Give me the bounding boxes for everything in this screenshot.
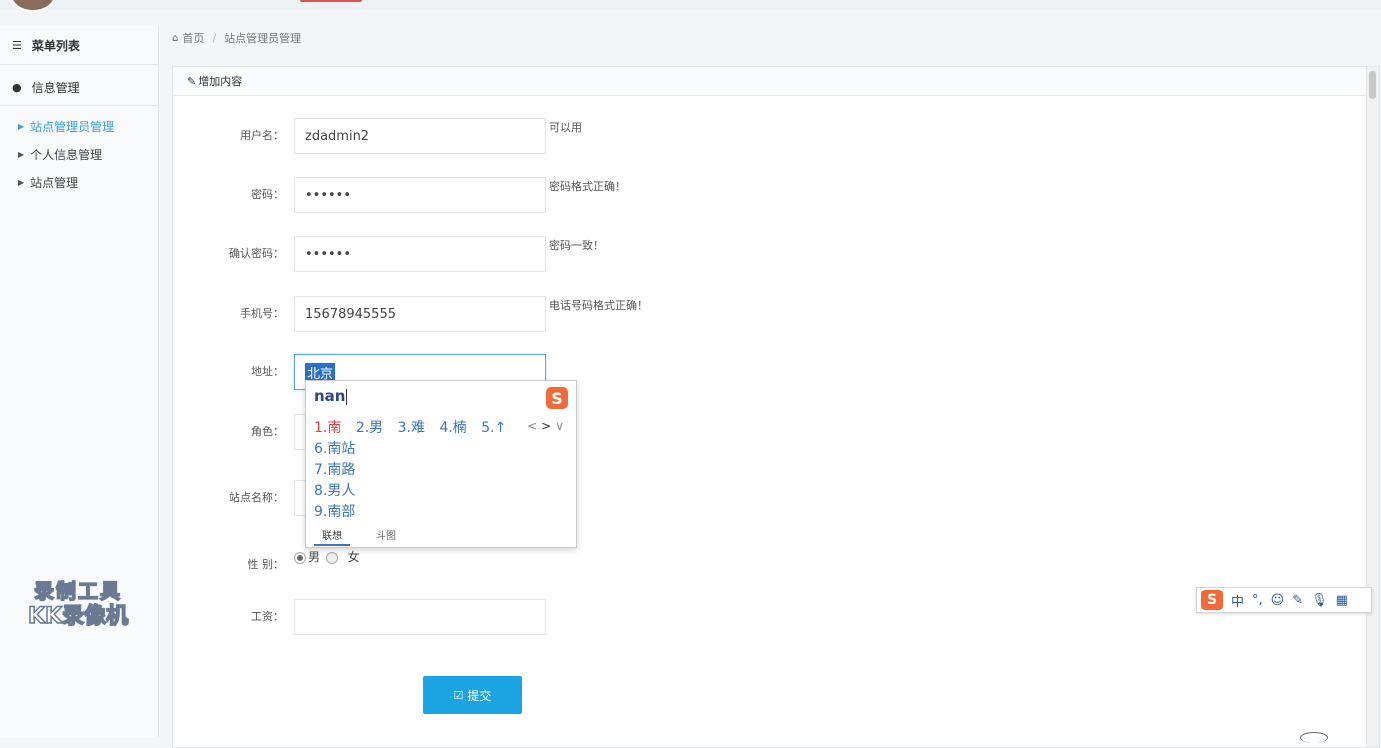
gender-radio-group: 男 女 bbox=[294, 548, 360, 565]
ime-candidate[interactable]: 6.南站 bbox=[314, 439, 355, 460]
edit-icon: ✎ bbox=[187, 74, 197, 88]
submit-label: 提交 bbox=[467, 688, 492, 703]
scrollbar[interactable] bbox=[1366, 67, 1379, 747]
panel-title: 增加内容 bbox=[198, 75, 243, 88]
ime-candidate[interactable]: 1.南 bbox=[314, 420, 341, 436]
ime-candidate[interactable]: 3.难 bbox=[398, 420, 425, 436]
ime-candidate-window: nan S 1.南 2.男 3.难 4.楠 5.↑ <>∨ 6.南站 7.南路 … bbox=[305, 380, 577, 548]
address-selected-text: 北京 bbox=[305, 362, 336, 382]
gender-female-radio[interactable] bbox=[325, 551, 338, 564]
username-label: 用户名： bbox=[240, 129, 284, 142]
gender-label: 性 别： bbox=[247, 558, 285, 571]
sidebar-item-site[interactable]: ▶ 站点管理 bbox=[0, 168, 158, 196]
user-icon: ● bbox=[12, 80, 22, 94]
chinese-mode-icon[interactable]: 中 bbox=[1231, 591, 1244, 610]
role-label: 角色： bbox=[251, 425, 284, 438]
gender-male-radio[interactable] bbox=[294, 551, 306, 564]
recorder-watermark: 录制工具 KK录像机 bbox=[27, 578, 129, 630]
sidebar: ☰ 菜单列表 ● 信息管理 ▶ 站点管理员管理 ▶ 个人信息管理 ▶ 站点管理 bbox=[0, 26, 159, 737]
text-caret bbox=[346, 388, 348, 405]
breadcrumb: ⌂ 首页 / 站点管理员管理 bbox=[172, 26, 301, 50]
home-icon: ⌂ bbox=[172, 32, 179, 44]
ime-composition-text: nan bbox=[314, 387, 346, 405]
ime-tab-sticker[interactable]: 斗图 bbox=[376, 527, 396, 546]
watermark-line1: 录制工具 bbox=[33, 578, 123, 604]
password-label: 密码： bbox=[251, 188, 284, 201]
watermark-line2: KK录像机 bbox=[27, 603, 129, 630]
breadcrumb-current: 站点管理员管理 bbox=[224, 32, 302, 45]
gender-female-label: 女 bbox=[347, 550, 360, 564]
ime-candidate[interactable]: 9.南部 bbox=[314, 502, 355, 523]
ime-composition: nan bbox=[314, 387, 348, 405]
address-label: 地址： bbox=[251, 365, 284, 378]
caret-right-icon: ▶ bbox=[18, 177, 25, 187]
scrollbar-thumb[interactable] bbox=[1369, 71, 1376, 99]
sidebar-item-label: 站点管理 bbox=[30, 175, 79, 190]
chevron-right-icon[interactable]: > bbox=[541, 419, 555, 433]
ime-candidate[interactable]: 7.南路 bbox=[314, 460, 355, 481]
sidebar-group-info[interactable]: ● 信息管理 bbox=[0, 69, 158, 106]
caret-right-icon: ▶ bbox=[18, 121, 25, 131]
sogou-logo-icon: S bbox=[546, 387, 568, 409]
panel-header: ✎ 增加内容 bbox=[173, 67, 1379, 96]
top-badge bbox=[300, 0, 362, 2]
breadcrumb-home[interactable]: 首页 bbox=[182, 30, 204, 46]
sidebar-header-label: 菜单列表 bbox=[31, 38, 80, 53]
sidebar-item-site-admin[interactable]: ▶ 站点管理员管理 bbox=[0, 112, 158, 140]
emoji-icon[interactable]: ☺ bbox=[1271, 593, 1285, 608]
ime-candidate-list: 6.南站 7.南路 8.男人 9.南部 bbox=[314, 439, 355, 523]
confirm-password-label: 确认密码： bbox=[229, 247, 284, 260]
ime-candidate[interactable]: 2.男 bbox=[356, 420, 383, 436]
chevron-left-icon[interactable]: < bbox=[527, 419, 541, 433]
pen-icon[interactable]: ✎ bbox=[1292, 593, 1303, 608]
confirm-password-input[interactable]: •••••• bbox=[294, 236, 546, 272]
salary-input[interactable] bbox=[294, 599, 546, 635]
phone-label: 手机号： bbox=[240, 307, 284, 320]
ime-tabs: 联想 斗图 bbox=[314, 527, 396, 546]
sidebar-item-label: 个人信息管理 bbox=[30, 147, 103, 162]
sidebar-group-label: 信息管理 bbox=[31, 80, 80, 95]
ime-page-nav: <>∨ bbox=[527, 419, 568, 433]
gender-male-label: 男 bbox=[308, 550, 321, 564]
sidebar-header: ☰ 菜单列表 bbox=[0, 26, 158, 65]
cursor-outline bbox=[1300, 732, 1328, 743]
password-hint: 密码格式正确！ bbox=[549, 180, 626, 193]
ime-first-row: 1.南 2.男 3.难 4.楠 5.↑ bbox=[314, 417, 516, 437]
sidebar-item-profile[interactable]: ▶ 个人信息管理 bbox=[0, 140, 158, 168]
chevron-down-icon[interactable]: ∨ bbox=[555, 419, 568, 433]
avatar[interactable] bbox=[10, 0, 56, 12]
username-input[interactable]: zdadmin2 bbox=[294, 118, 546, 154]
punctuation-icon[interactable]: °, bbox=[1252, 593, 1263, 608]
password-input[interactable]: •••••• bbox=[294, 177, 546, 213]
breadcrumb-separator: / bbox=[212, 31, 217, 45]
site-name-label: 站点名称： bbox=[229, 491, 284, 504]
ime-candidate[interactable]: 4.楠 bbox=[439, 420, 466, 436]
confirm-password-hint: 密码一致！ bbox=[549, 239, 604, 252]
sogou-logo-icon[interactable]: S bbox=[1201, 590, 1223, 610]
top-bar bbox=[0, 0, 1381, 12]
caret-right-icon: ▶ bbox=[18, 149, 25, 159]
ime-candidate[interactable]: 5.↑ bbox=[481, 420, 506, 436]
list-icon: ☰ bbox=[12, 38, 22, 52]
toolbox-icon[interactable]: ▦ bbox=[1336, 593, 1348, 608]
submit-button[interactable]: ☑ 提交 bbox=[423, 676, 522, 714]
phone-hint: 电话号码格式正确！ bbox=[549, 299, 648, 312]
phone-input[interactable]: 15678945555 bbox=[294, 296, 546, 332]
ime-candidate[interactable]: 8.男人 bbox=[314, 481, 355, 502]
sidebar-item-label: 站点管理员管理 bbox=[30, 119, 115, 134]
check-square-icon: ☑ bbox=[453, 688, 464, 702]
ime-tab-suggest[interactable]: 联想 bbox=[314, 527, 350, 546]
microphone-icon[interactable]: 🎙 bbox=[1311, 593, 1328, 608]
salary-label: 工资： bbox=[251, 610, 284, 623]
username-hint: 可以用 bbox=[549, 121, 582, 134]
ime-status-bar: S 中 °, ☺ ✎ 🎙 ▦ bbox=[1196, 587, 1372, 613]
